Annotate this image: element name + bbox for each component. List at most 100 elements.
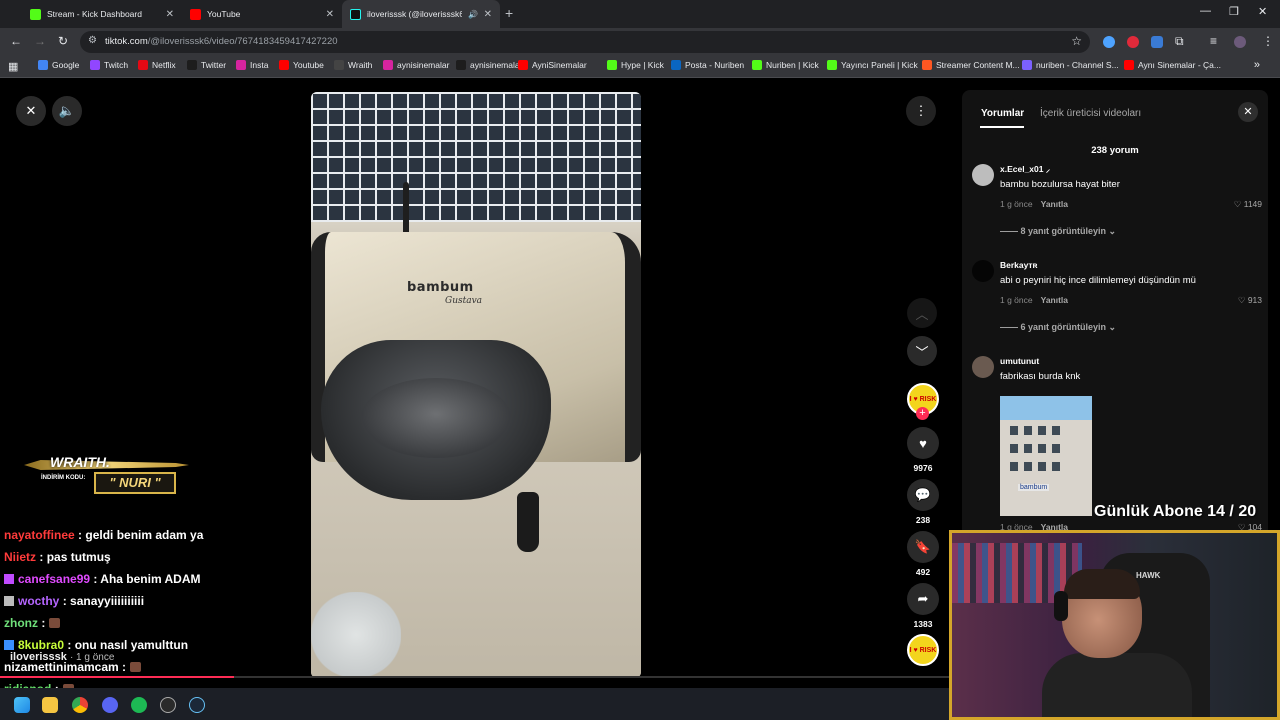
more-options-button[interactable]: ⋮ — [906, 96, 936, 126]
spotify-icon[interactable] — [131, 697, 147, 713]
view-replies-button[interactable]: —— 6 yanıt görüntüleyin ⌄ — [1000, 322, 1116, 333]
puzzle-icon[interactable]: ⧉ — [1175, 34, 1184, 49]
bookmark-star-icon[interactable]: ☆ — [1071, 34, 1082, 48]
bookmark-item[interactable]: Youtube — [279, 60, 324, 70]
windows-start-icon[interactable] — [14, 697, 30, 713]
creator-avatar[interactable]: I ♥ RISK + — [902, 383, 944, 420]
bookmark-item[interactable]: Twitter — [187, 60, 226, 70]
bookmark-item[interactable]: Nuriben | Kick — [752, 60, 819, 70]
comment-image[interactable]: bambum — [1000, 396, 1092, 516]
extension-icon[interactable] — [1127, 36, 1139, 48]
sound-disc[interactable]: I ♥ RISK — [902, 634, 944, 666]
chat-text: : — [41, 616, 46, 630]
bookmark-item[interactable]: Aynı Sinemalar - Ça... — [1124, 60, 1221, 70]
back-icon[interactable]: ← — [10, 34, 22, 48]
extension-icon[interactable] — [1103, 36, 1115, 48]
chat-username: canefsane99 — [18, 572, 91, 586]
chat-emote-icon — [49, 618, 61, 628]
menu-kebab-icon[interactable]: ⋮ — [1262, 34, 1274, 48]
bookmark-item[interactable]: Google — [38, 60, 79, 70]
bookmark-favicon-icon — [38, 60, 48, 70]
close-window-icon[interactable]: ✕ — [1258, 5, 1267, 18]
video-progress-bar[interactable] — [0, 676, 962, 678]
discord-icon[interactable] — [102, 697, 118, 713]
share-button[interactable]: ➦ 1383 — [902, 583, 944, 629]
comment-text: fabrikası burda knk — [1000, 371, 1081, 382]
bookmark-item[interactable]: Yayıncı Paneli | Kick — [827, 60, 918, 70]
reload-icon[interactable]: ↻ — [58, 34, 68, 48]
tab-audio-icon[interactable]: 🔊 — [468, 10, 478, 19]
address-bar[interactable]: ⚙ tiktok.com/@iloverisssk6/video/7674183… — [80, 31, 1090, 53]
chat-text: : Aha benim ADAM — [93, 572, 201, 586]
more-bookmarks-icon[interactable]: » — [1254, 59, 1260, 71]
share-icon: ➦ — [907, 583, 939, 615]
save-button[interactable]: 🔖 492 — [902, 531, 944, 577]
next-video-button[interactable]: ﹀ — [907, 336, 937, 366]
avatar[interactable] — [972, 164, 994, 186]
bookmark-item[interactable]: nuriben - Channel S... — [1022, 60, 1119, 70]
comment-username[interactable]: umutunut — [1000, 356, 1039, 366]
minimize-icon[interactable]: — — [1200, 5, 1211, 17]
new-tab-button[interactable]: + — [505, 5, 513, 21]
comment-text: abi o peyniri hiç ince dilimlemeyi düşün… — [1000, 275, 1196, 286]
close-video-button[interactable]: ✕ — [16, 96, 46, 126]
bookmark-favicon-icon — [187, 60, 197, 70]
file-explorer-icon[interactable] — [42, 697, 58, 713]
bookmark-item[interactable]: Streamer Content M... — [922, 60, 1020, 70]
mute-button[interactable]: 🔈 — [52, 96, 82, 126]
follow-plus-icon[interactable]: + — [916, 407, 929, 420]
comment-username[interactable]: Berkayᴛʀ — [1000, 260, 1037, 270]
bookmark-item[interactable]: Wraith — [334, 60, 372, 70]
previous-video-button[interactable]: ︿ — [907, 298, 937, 328]
apps-grid-icon[interactable]: ▦ — [8, 60, 18, 73]
avatar[interactable] — [972, 356, 994, 378]
bookmark-favicon-icon — [236, 60, 246, 70]
bookmark-item[interactable]: AyniSinemalar — [518, 60, 587, 70]
close-tab-icon[interactable]: ✕ — [484, 9, 492, 20]
shield-icon[interactable] — [1151, 36, 1163, 48]
tab-kick-dashboard[interactable]: Stream - Kick Dashboard ✕ — [22, 3, 182, 25]
sponsor-promo: WRAITH. İNDİRİM KODU: " NURI " — [24, 430, 189, 500]
like-button[interactable]: ♥ 9976 — [902, 427, 944, 473]
building-sign: bambum — [1018, 484, 1050, 491]
reply-button[interactable]: Yanıtla — [1041, 295, 1068, 305]
video-player[interactable]: bambum Gustava — [311, 92, 641, 678]
media-control-icon[interactable]: ≡ — [1210, 34, 1217, 48]
share-count: 1383 — [913, 619, 933, 629]
comment-like[interactable]: ♡ 913 — [1238, 295, 1262, 306]
video-author[interactable]: iloverisssk · 1 g önce — [10, 651, 114, 663]
tab-creator-videos[interactable]: İçerik üreticisi videoları — [1040, 108, 1141, 119]
close-tab-icon[interactable]: ✕ — [326, 9, 334, 20]
bookmark-item[interactable]: aynisinemalar — [383, 60, 449, 70]
comment-like[interactable]: ♡ 1149 — [1234, 199, 1262, 210]
forward-icon[interactable]: → — [34, 34, 46, 48]
tab-youtube[interactable]: YouTube ✕ — [182, 3, 342, 25]
site-info-icon[interactable]: ⚙ — [88, 35, 97, 46]
bookmark-item[interactable]: Hype | Kick — [607, 60, 664, 70]
close-tab-icon[interactable]: ✕ — [166, 9, 174, 20]
reply-button[interactable]: Yanıtla — [1041, 199, 1068, 209]
obs-icon[interactable] — [160, 697, 176, 713]
bookmark-item[interactable]: aynisinemalar — [456, 60, 522, 70]
tab-tiktok[interactable]: iloverisssk (@iloverisssk6) | 🔊 ✕ — [342, 0, 500, 28]
chrome-icon[interactable] — [72, 697, 88, 713]
bookmark-item[interactable]: Insta — [236, 60, 268, 70]
steam-icon[interactable] — [189, 697, 205, 713]
bookmark-favicon-icon — [138, 60, 148, 70]
view-replies-button[interactable]: —— 8 yanıt görüntüleyin ⌄ — [1000, 226, 1116, 237]
progress-fill — [0, 676, 234, 678]
profile-avatar[interactable] — [1234, 36, 1246, 48]
comment-button[interactable]: 💬 238 — [902, 479, 944, 525]
windows-taskbar — [0, 688, 962, 720]
bookmark-item[interactable]: Posta - Nuriben — [671, 60, 744, 70]
tile-wall — [311, 92, 641, 227]
heart-icon: ♥ — [907, 427, 939, 459]
tab-comments[interactable]: Yorumlar — [981, 108, 1024, 119]
bookmark-item[interactable]: Twitch — [90, 60, 128, 70]
bookmark-item[interactable]: Netflix — [138, 60, 176, 70]
comment-username[interactable]: x.Ecel_x01 ⸝ — [1000, 164, 1050, 175]
avatar[interactable] — [972, 260, 994, 282]
daily-subs-goal: Günlük Abone 14 / 20 — [1094, 503, 1257, 520]
close-panel-icon[interactable]: ✕ — [1238, 102, 1258, 122]
maximize-icon[interactable]: ❐ — [1229, 5, 1239, 18]
